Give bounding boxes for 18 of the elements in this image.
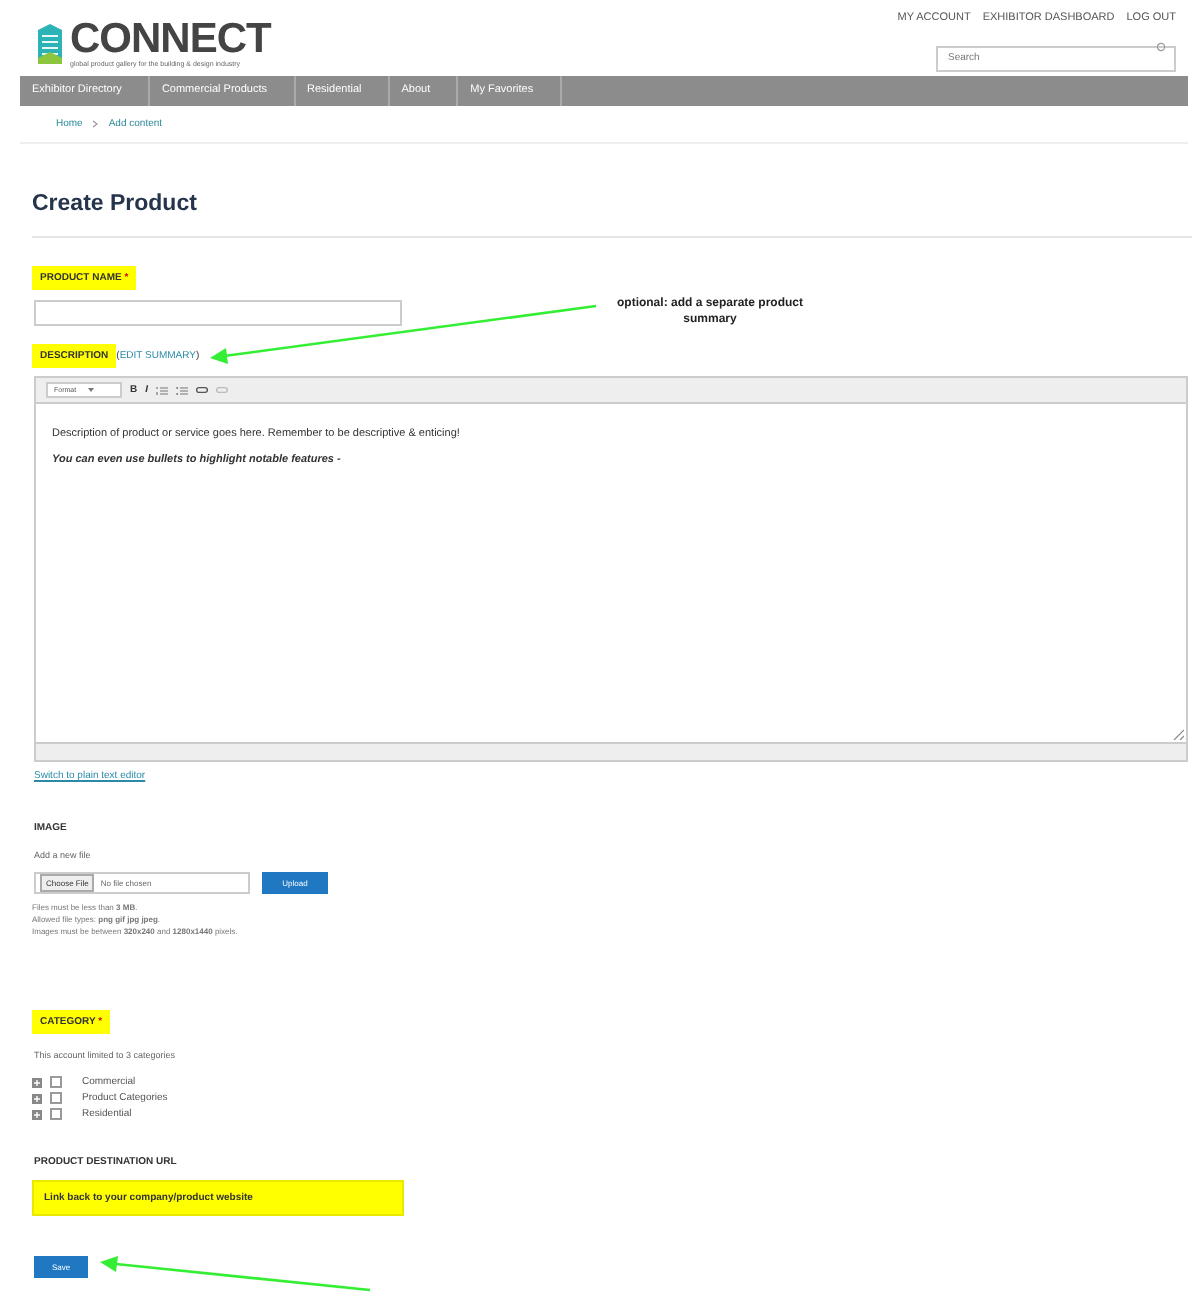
product-name-field[interactable] xyxy=(34,300,402,326)
chevron-right-icon xyxy=(92,120,99,128)
expand-icon[interactable] xyxy=(32,1077,42,1087)
page-title: Create Product xyxy=(32,192,199,216)
bullet-list-icon[interactable] xyxy=(176,385,189,395)
search-icon[interactable] xyxy=(1156,42,1166,52)
expand-icon[interactable] xyxy=(32,1093,42,1103)
link-icon[interactable] xyxy=(196,386,209,394)
expand-icon[interactable] xyxy=(32,1109,42,1119)
caret-icon xyxy=(88,388,95,392)
building-logo-icon xyxy=(36,24,64,64)
numbered-list-icon[interactable] xyxy=(156,385,169,395)
checkbox[interactable] xyxy=(50,1108,62,1120)
unlink-icon[interactable] xyxy=(216,386,229,394)
checkbox[interactable] xyxy=(50,1076,62,1088)
logo-wordmark[interactable]: CONNECT xyxy=(70,20,271,60)
checkbox[interactable] xyxy=(50,1092,62,1104)
resize-handle-icon[interactable] xyxy=(1172,728,1184,740)
